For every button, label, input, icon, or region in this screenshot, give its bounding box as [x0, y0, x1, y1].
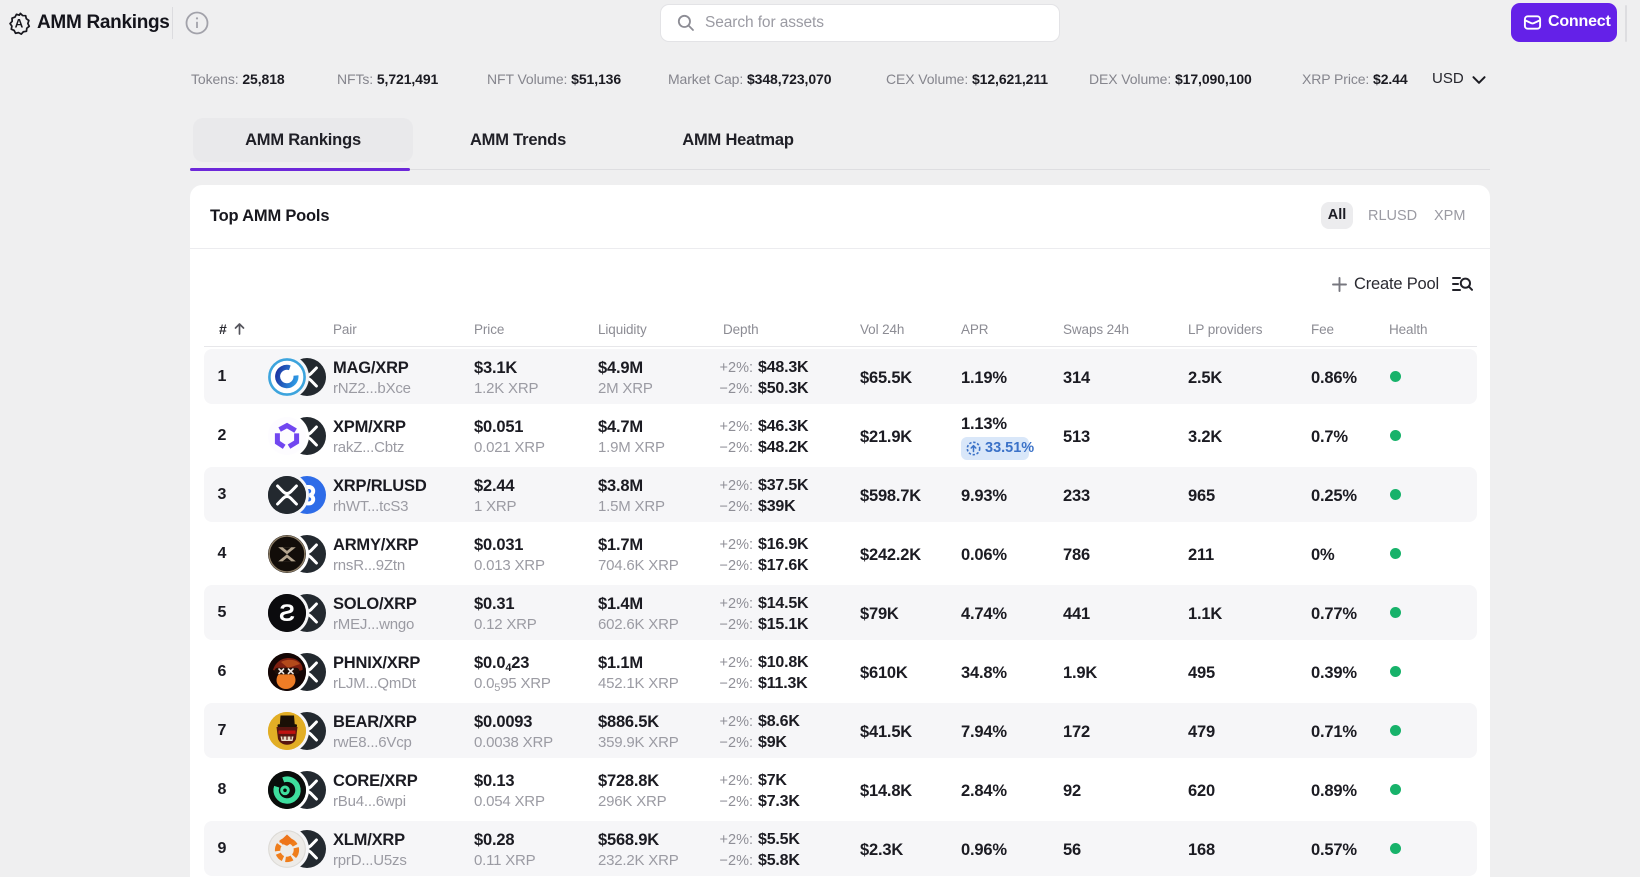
- svg-text:A: A: [15, 16, 24, 30]
- svg-text:S: S: [279, 600, 295, 627]
